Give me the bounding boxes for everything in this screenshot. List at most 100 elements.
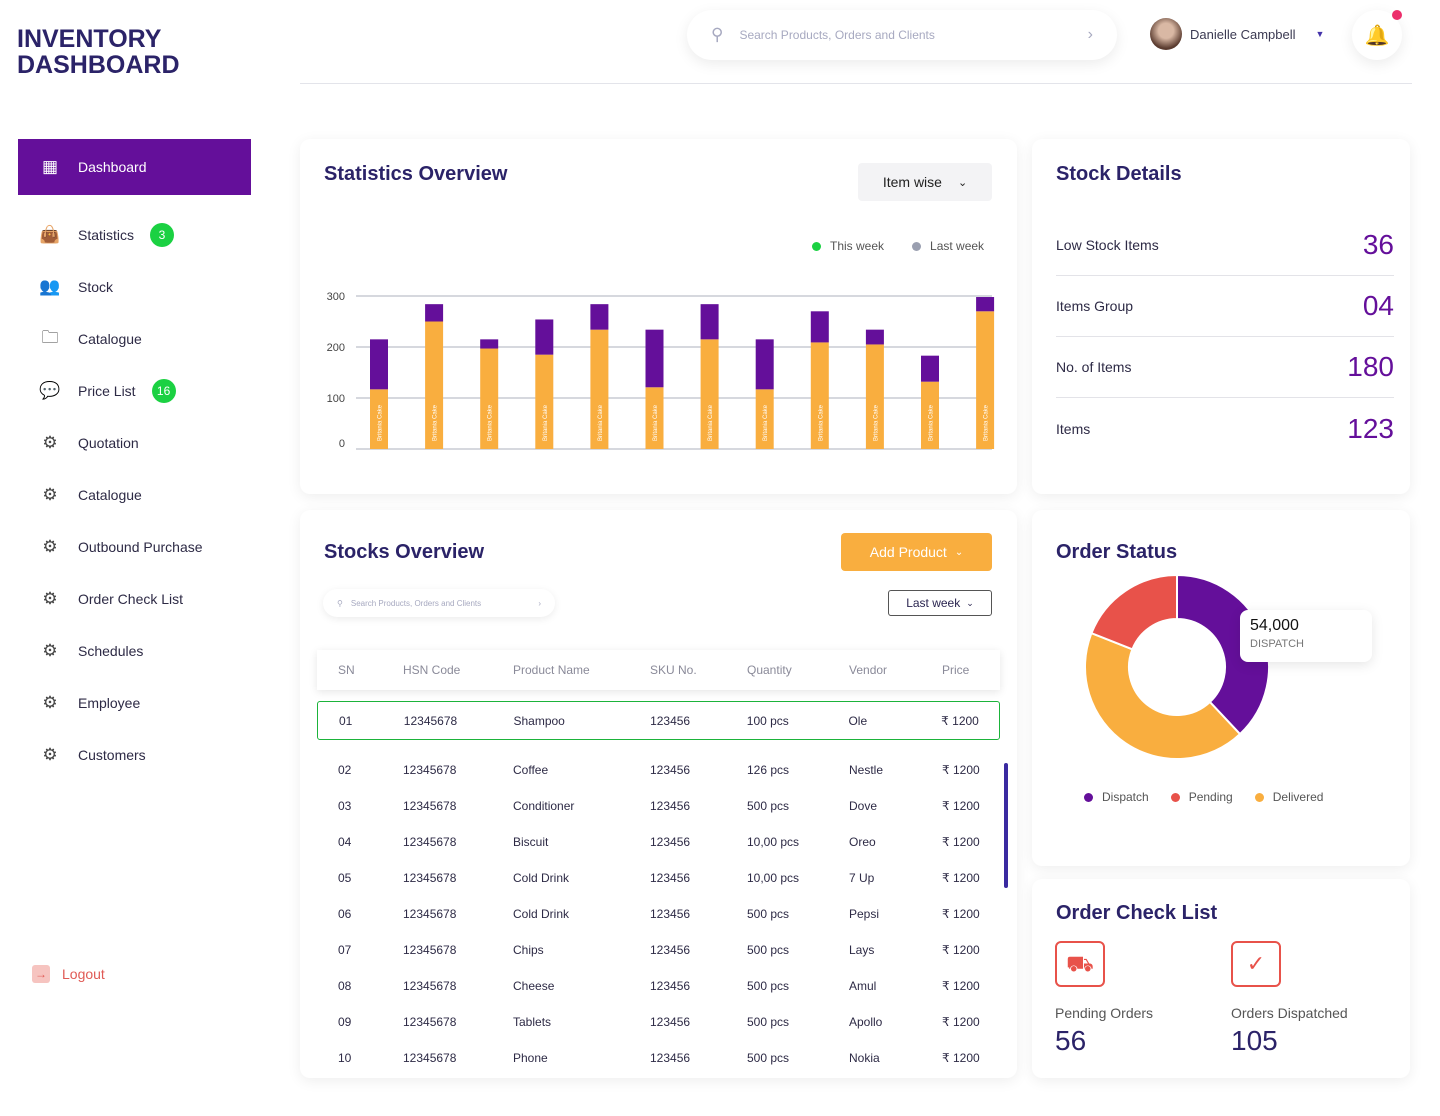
bar-segment-top[interactable] bbox=[370, 339, 388, 390]
y-tick-label: 200 bbox=[327, 342, 345, 354]
bar-label: Britania Cake bbox=[929, 404, 935, 441]
count-badge: 3 bbox=[150, 223, 175, 247]
sidebar-item-price-list[interactable]: 💬 Price List 16 bbox=[18, 365, 251, 417]
table-row[interactable]: 06 12345678 Cold Drink 123456 500 pcs Pepsi ₹ … bbox=[317, 896, 1000, 932]
table-row[interactable]: 08 12345678 Cheese 123456 500 pcs Amul ₹ 1200 bbox=[317, 968, 1000, 1004]
table-cell: ₹ 1200 bbox=[942, 871, 980, 885]
column-header[interactable]: Quantity bbox=[747, 663, 849, 677]
sidebar-item-customers[interactable]: ⚙ Customers bbox=[18, 729, 251, 781]
table-cell: 123456 bbox=[650, 871, 691, 885]
column-header[interactable]: Vendor bbox=[849, 663, 942, 677]
table-cell: 12345678 bbox=[403, 871, 457, 885]
table-cell: 01 bbox=[339, 713, 353, 728]
donut-slice-pending[interactable] bbox=[1090, 573, 1178, 651]
sidebar-item-statistics[interactable]: 👜 Statistics 3 bbox=[18, 209, 251, 261]
sidebar-item-label: Catalogue bbox=[78, 487, 142, 503]
table-cell: Oreo bbox=[849, 835, 876, 849]
sidebar-item-dashboard[interactable]: ▦ Dashboard bbox=[18, 139, 251, 195]
chart-tooltip: 54,000 DISPATCH bbox=[1240, 610, 1372, 662]
bar-label: Britania Cake bbox=[984, 404, 990, 441]
legend-item: Last week bbox=[912, 239, 984, 253]
table-cell: Phone bbox=[513, 1051, 548, 1065]
chart-legend: This week Last week bbox=[812, 239, 984, 253]
bar-segment-top[interactable] bbox=[480, 339, 499, 349]
user-menu[interactable]: Danielle Campbell ▼ bbox=[1150, 18, 1324, 50]
table-cell: 12345678 bbox=[403, 907, 457, 921]
y-tick-label: 100 bbox=[327, 393, 345, 405]
table-cell: 09 bbox=[338, 1015, 352, 1029]
table-cell: ₹ 1200 bbox=[942, 907, 980, 921]
column-header[interactable]: SN bbox=[317, 663, 403, 677]
bar-segment-top[interactable] bbox=[700, 304, 719, 340]
bar-segment-top[interactable] bbox=[976, 297, 995, 312]
table-cell: 500 pcs bbox=[747, 1051, 790, 1065]
table-cell: Nokia bbox=[849, 1051, 880, 1065]
bar-segment-top[interactable] bbox=[865, 329, 884, 345]
stock-search-input[interactable]: Search Products, Orders and Clients bbox=[351, 599, 538, 608]
bar-segment-top[interactable] bbox=[755, 339, 774, 390]
bar-segment-top[interactable] bbox=[425, 304, 444, 322]
table-cell: 10,00 pcs bbox=[747, 871, 800, 885]
table-row[interactable]: 09 12345678 Tablets 123456 500 pcs Apollo ₹ 12… bbox=[317, 1004, 1000, 1040]
global-search[interactable]: ⚲ Search Products, Orders and Clients › bbox=[687, 10, 1117, 60]
caret-down-icon[interactable]: ▼ bbox=[1316, 29, 1325, 39]
chevron-right-icon[interactable]: › bbox=[1088, 26, 1093, 44]
table-row[interactable]: 01 12345678 Shampoo 123456 100 pcs Ole ₹ 1200 bbox=[317, 701, 1000, 740]
sidebar-item-schedules[interactable]: ⚙ Schedules bbox=[18, 625, 251, 677]
stock-search[interactable]: ⚲ Search Products, Orders and Clients › bbox=[323, 589, 555, 617]
table-row[interactable]: 02 12345678 Coffee 123456 126 pcs Nestle ₹ 120… bbox=[317, 752, 1000, 788]
period-dropdown[interactable]: Last week ⌄ bbox=[888, 590, 992, 616]
sidebar-item-label: Dashboard bbox=[78, 159, 147, 175]
sidebar-item-quotation[interactable]: ⚙ Quotation bbox=[18, 417, 251, 469]
user-name: Danielle Campbell bbox=[1190, 26, 1296, 42]
table-cell: 12345678 bbox=[403, 943, 457, 957]
sidebar-item-catalogue[interactable]: 🗀 Catalogue bbox=[18, 313, 251, 365]
bar-segment-top[interactable] bbox=[645, 329, 664, 388]
column-header[interactable]: Product Name bbox=[513, 663, 650, 677]
table-cell: 12345678 bbox=[403, 1015, 457, 1029]
table-cell: 500 pcs bbox=[747, 943, 790, 957]
sidebar-item-stock[interactable]: 👥 Stock bbox=[18, 261, 251, 313]
order-check-item[interactable]: ⛟ Pending Orders 56 bbox=[1055, 941, 1153, 1057]
sidebar-item-employee[interactable]: ⚙ Employee bbox=[18, 677, 251, 729]
sidebar-item-label: Quotation bbox=[78, 435, 139, 451]
bar-segment-top[interactable] bbox=[921, 355, 939, 382]
card-title: Order Check List bbox=[1056, 902, 1218, 924]
sidebar-item-catalogue[interactable]: ⚙ Catalogue bbox=[18, 469, 251, 521]
table-cell: 123456 bbox=[650, 799, 691, 813]
bar-label: Britania Cake bbox=[543, 404, 549, 441]
table-cell: 123456 bbox=[650, 907, 691, 921]
bar-label: Britania Cake bbox=[378, 404, 384, 441]
table-cell: ₹ 1200 bbox=[942, 943, 980, 957]
bar-segment-top[interactable] bbox=[535, 319, 554, 355]
logout-button[interactable]: → Logout bbox=[32, 965, 105, 983]
bar-segment-top[interactable] bbox=[590, 304, 609, 330]
sidebar-item-order-check-list[interactable]: ⚙ Order Check List bbox=[18, 573, 251, 625]
sidebar-item-outbound-purchase[interactable]: ⚙ Outbound Purchase bbox=[18, 521, 251, 573]
item-wise-dropdown[interactable]: Item wise ⌄ bbox=[858, 163, 992, 201]
column-header[interactable]: HSN Code bbox=[403, 663, 513, 677]
table-row[interactable]: 05 12345678 Cold Drink 123456 10,00 pcs 7 Up ₹… bbox=[317, 860, 1000, 896]
table-row[interactable]: 04 12345678 Biscuit 123456 10,00 pcs Oreo ₹ 12… bbox=[317, 824, 1000, 860]
search-input[interactable]: Search Products, Orders and Clients bbox=[739, 28, 1087, 42]
table-cell: 123456 bbox=[650, 763, 691, 777]
order-check-item[interactable]: ✓ Orders Dispatched 105 bbox=[1231, 941, 1348, 1057]
app-logo: INVENTORY DASHBOARD bbox=[17, 25, 180, 79]
table-scrollbar[interactable] bbox=[1004, 763, 1008, 888]
bag-icon: 👜 bbox=[39, 225, 61, 244]
table-cell: Biscuit bbox=[513, 835, 549, 849]
gear-icon: ⚙ bbox=[42, 589, 58, 608]
bar-segment-top[interactable] bbox=[810, 311, 829, 343]
statistics-card: Statistics Overview Item wise ⌄ This week… bbox=[300, 139, 1017, 494]
sidebar: ▦ Dashboard 👜 Statistics 3 👥 Stock 🗀 Catalogue 💬 P… bbox=[18, 139, 251, 781]
table-cell: 12345678 bbox=[403, 799, 457, 813]
table-cell: 10,00 pcs bbox=[747, 835, 800, 849]
column-header[interactable]: Price bbox=[942, 663, 1000, 677]
table-row[interactable]: 03 12345678 Conditioner 123456 500 pcs Dove ₹ … bbox=[317, 788, 1000, 824]
column-header[interactable]: SKU No. bbox=[650, 663, 747, 677]
add-product-button[interactable]: Add Product ⌄ bbox=[841, 533, 992, 571]
table-row[interactable]: 10 12345678 Phone 123456 500 pcs Nokia ₹ 1200 bbox=[317, 1040, 1000, 1076]
sidebar-item-label: Outbound Purchase bbox=[78, 539, 203, 555]
legend-item: This week bbox=[812, 239, 884, 253]
table-row[interactable]: 07 12345678 Chips 123456 500 pcs Lays ₹ 1200 bbox=[317, 932, 1000, 968]
